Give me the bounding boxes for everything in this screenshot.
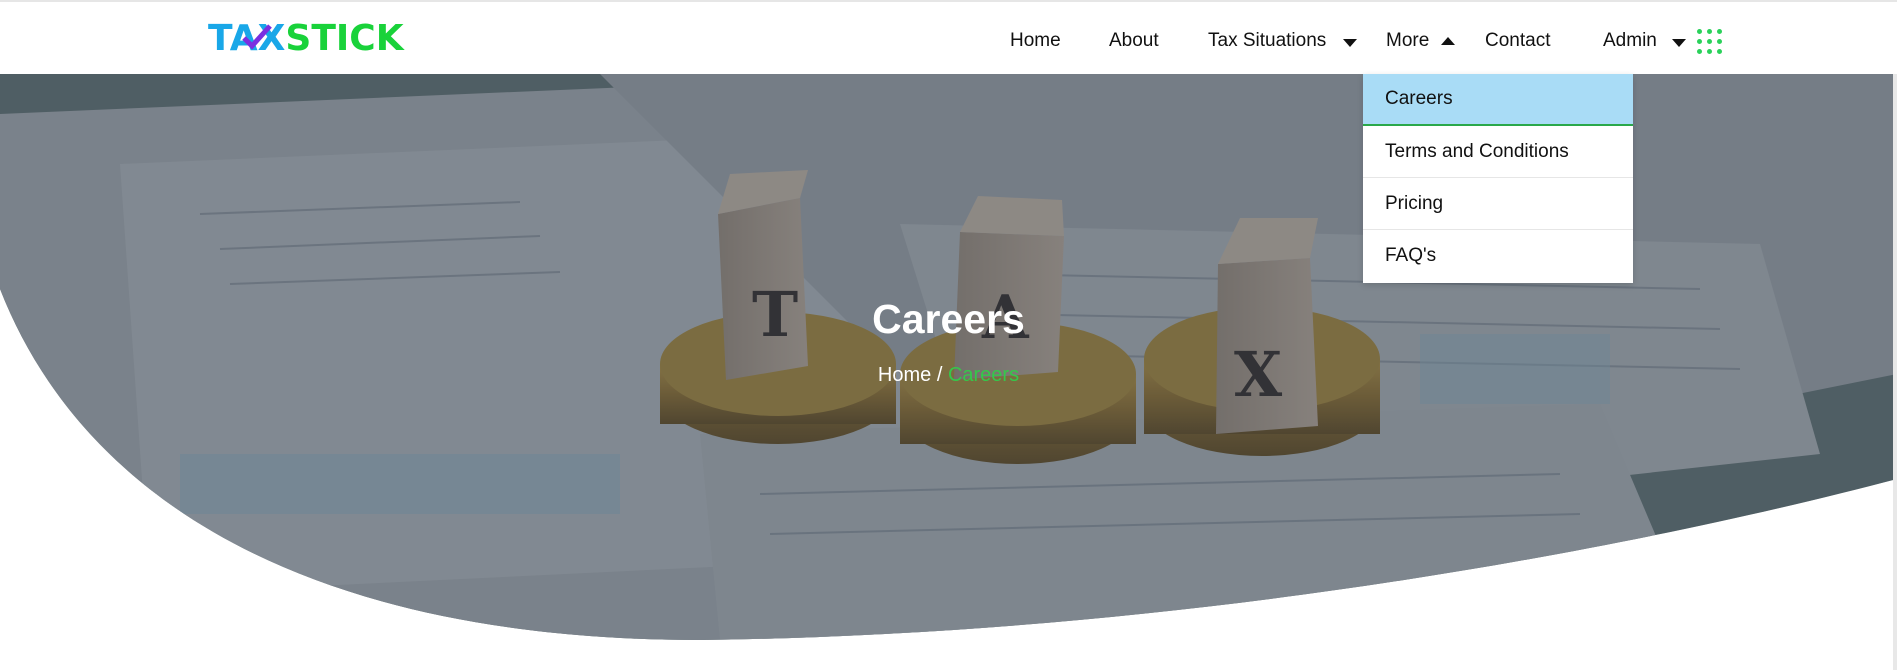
dropdown-item-faqs[interactable]: FAQ's <box>1363 230 1633 282</box>
breadcrumb-home-link[interactable]: Home <box>878 364 931 386</box>
nav-admin[interactable]: Admin <box>1603 30 1657 52</box>
logo-part-stick: STICK <box>285 17 404 59</box>
page-scrollbar[interactable] <box>1893 0 1897 670</box>
apps-grid-icon[interactable] <box>1697 29 1723 55</box>
logo-check-icon <box>242 24 272 50</box>
breadcrumb-separator: / <box>931 364 948 386</box>
more-dropdown-menu: Careers Terms and Conditions Pricing FAQ… <box>1363 74 1633 283</box>
breadcrumb-current: Careers <box>947 364 1020 386</box>
nav-more[interactable]: More <box>1386 30 1429 52</box>
dropdown-item-careers[interactable]: Careers <box>1363 74 1633 126</box>
chevron-up-icon[interactable] <box>1441 37 1455 45</box>
dropdown-item-terms[interactable]: Terms and Conditions <box>1363 126 1633 178</box>
nav-home[interactable]: Home <box>1010 30 1061 52</box>
nav-tax-situations[interactable]: Tax Situations <box>1208 30 1326 52</box>
nav-about[interactable]: About <box>1109 30 1159 52</box>
nav-contact[interactable]: Contact <box>1485 30 1550 52</box>
site-header: TAX STICK Home About Tax Situations More … <box>0 0 1897 74</box>
breadcrumb: Home / Careers <box>0 364 1897 387</box>
brand-logo[interactable]: TAX STICK <box>208 17 404 59</box>
chevron-down-icon[interactable] <box>1672 39 1686 47</box>
dropdown-item-pricing[interactable]: Pricing <box>1363 178 1633 230</box>
page: T A X Careers Home / Careers TAX STICK Ho… <box>0 0 1897 670</box>
chevron-down-icon[interactable] <box>1343 39 1357 47</box>
page-title: Careers <box>872 296 1025 342</box>
